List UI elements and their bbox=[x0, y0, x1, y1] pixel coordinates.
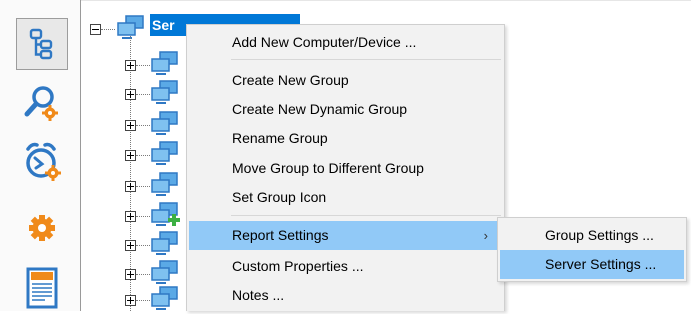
menu-item-create-new-group[interactable]: Create New Group bbox=[189, 66, 502, 95]
menu-item-label: Custom Properties ... bbox=[232, 258, 364, 274]
tree-connector bbox=[136, 155, 150, 157]
submenu-item-label: Server Settings ... bbox=[545, 256, 657, 272]
context-menu: Add New Computer/Device ... Create New G… bbox=[186, 24, 505, 311]
submenu-item-label: Group Settings ... bbox=[545, 227, 654, 243]
computer-group-icon[interactable] bbox=[150, 110, 182, 136]
tree-expand-toggle[interactable] bbox=[125, 181, 136, 192]
tree-connector bbox=[136, 65, 150, 67]
tree-expand-toggle[interactable] bbox=[125, 150, 136, 161]
menu-item-label: Report Settings bbox=[232, 227, 329, 243]
tree-connector bbox=[136, 216, 150, 218]
news-icon bbox=[26, 267, 58, 309]
tree-connector bbox=[136, 245, 150, 247]
settings-button[interactable] bbox=[16, 202, 68, 254]
menu-item-move-group[interactable]: Move Group to Different Group bbox=[189, 154, 502, 183]
menu-item-add-new-computer[interactable]: Add New Computer/Device ... bbox=[189, 28, 502, 57]
menu-item-custom-properties[interactable]: Custom Properties ... bbox=[189, 252, 502, 281]
menu-item-label: Create New Group bbox=[232, 72, 349, 88]
submenu-arrow-icon: › bbox=[483, 228, 488, 243]
tree-connector bbox=[136, 94, 150, 96]
computer-group-icon[interactable] bbox=[150, 259, 182, 285]
tree-connector bbox=[101, 29, 115, 31]
tree-connector bbox=[136, 300, 150, 302]
menu-item-label: Notes ... bbox=[232, 287, 285, 303]
menu-separator bbox=[231, 59, 501, 60]
menu-item-rename-group[interactable]: Rename Group bbox=[189, 124, 502, 153]
menu-item-report-settings[interactable]: Report Settings › bbox=[189, 221, 502, 250]
menu-item-create-new-dynamic-group[interactable]: Create New Dynamic Group bbox=[189, 95, 502, 124]
search-settings-button[interactable] bbox=[16, 78, 68, 130]
menu-item-label: Rename Group bbox=[232, 130, 328, 146]
settings-gear-icon bbox=[29, 215, 55, 241]
tree-view-icon bbox=[29, 28, 53, 60]
root-collapse-toggle[interactable] bbox=[90, 24, 101, 35]
tree-view-button[interactable] bbox=[16, 18, 68, 70]
tree-connector bbox=[136, 125, 150, 127]
alarm-clock-button[interactable] bbox=[16, 136, 68, 188]
tree-connector bbox=[136, 186, 150, 188]
menu-item-label: Move Group to Different Group bbox=[232, 160, 424, 176]
tree-expand-toggle[interactable] bbox=[125, 211, 136, 222]
menu-item-label: Add New Computer/Device ... bbox=[232, 34, 417, 50]
menu-item-label: Set Group Icon bbox=[232, 189, 327, 205]
report-settings-submenu: Group Settings ... Server Settings ... bbox=[497, 217, 687, 282]
tree-expand-toggle[interactable] bbox=[125, 120, 136, 131]
search-settings-icon bbox=[24, 86, 58, 121]
tree-expand-toggle[interactable] bbox=[125, 89, 136, 100]
computer-group-icon[interactable] bbox=[150, 140, 182, 166]
menu-item-set-group-icon[interactable]: Set Group Icon bbox=[189, 183, 502, 212]
tree-expand-toggle[interactable] bbox=[125, 240, 136, 251]
menu-item-label: Create New Dynamic Group bbox=[232, 101, 408, 117]
computer-group-add-icon[interactable] bbox=[150, 201, 182, 227]
submenu-item-server-settings[interactable]: Server Settings ... bbox=[500, 250, 684, 279]
tree-expand-toggle[interactable] bbox=[125, 60, 136, 71]
tree-connector bbox=[136, 274, 150, 276]
menu-item-notes[interactable]: Notes ... bbox=[189, 281, 502, 310]
computer-group-icon[interactable] bbox=[150, 230, 182, 256]
computer-group-icon[interactable] bbox=[150, 79, 182, 105]
news-button[interactable] bbox=[16, 262, 68, 314]
computer-group-icon[interactable] bbox=[150, 285, 182, 311]
alarm-clock-icon bbox=[26, 142, 61, 181]
tree-expand-toggle[interactable] bbox=[125, 269, 136, 280]
left-toolbar bbox=[0, 0, 81, 311]
tree-expand-toggle[interactable] bbox=[125, 295, 136, 306]
menu-separator bbox=[231, 215, 501, 216]
computer-group-icon[interactable] bbox=[150, 50, 182, 76]
computer-group-icon[interactable] bbox=[150, 171, 182, 197]
submenu-item-group-settings[interactable]: Group Settings ... bbox=[500, 221, 684, 250]
